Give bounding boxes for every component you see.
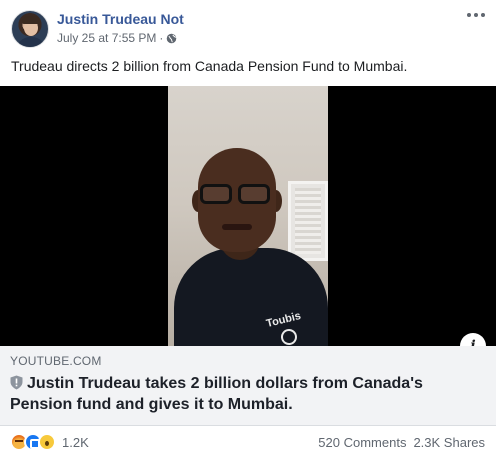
page-name-link[interactable]: Justin Trudeau Not [57,11,184,27]
avatar-hair [22,16,40,24]
facebook-post: Justin Trudeau Not July 25 at 7:55 PM · … [0,0,496,464]
post-timestamp[interactable]: July 25 at 7:55 PM [57,31,156,45]
person-mouth [222,224,252,230]
globe-icon[interactable] [166,33,177,44]
page-avatar[interactable] [11,10,49,48]
post-meta: July 25 at 7:55 PM · [57,31,177,45]
dot [467,13,471,17]
video-frame: Toubis [168,86,328,346]
video-player[interactable]: Toubis [0,86,496,346]
link-preview[interactable]: YOUTUBE.COM Justin Trudeau takes 2 billi… [0,346,496,426]
post-text: Trudeau directs 2 billion from Canada Pe… [11,58,408,74]
dot [474,13,478,17]
glasses-lens-left [200,184,232,204]
engagement-stats: 520 Comments 2.3K Shares [318,435,485,450]
meta-separator: · [159,31,164,45]
reaction-count[interactable]: 1.2K [62,435,89,450]
link-domain: YOUTUBE.COM [10,354,102,368]
avatar-suit [16,37,46,47]
link-headline[interactable]: Justin Trudeau takes 2 billion dollars f… [10,373,480,415]
more-options-icon[interactable] [466,8,486,22]
person-shirt [174,248,328,346]
reactions-summary[interactable]: 1.2K [10,433,89,451]
glasses-lens-right [238,184,270,204]
comments-count[interactable]: 520 Comments [318,435,406,450]
shares-count[interactable]: 2.3K Shares [413,435,485,450]
wow-reaction-icon [38,433,56,451]
person-glasses [200,184,276,206]
shield-icon [10,375,23,390]
post-footer: 1.2K 520 Comments 2.3K Shares [0,430,496,456]
dot [481,13,485,17]
link-headline-text: Justin Trudeau takes 2 billion dollars f… [10,375,423,413]
window-blinds [288,181,328,261]
